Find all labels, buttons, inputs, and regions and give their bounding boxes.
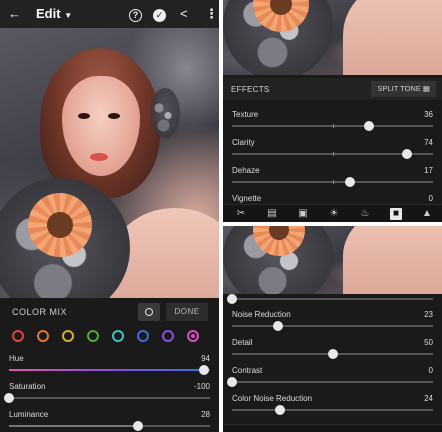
slider-row-contrast: Contrast 0	[223, 366, 442, 392]
slider-track[interactable]	[232, 321, 433, 331]
detail-icon[interactable]: ▲	[421, 208, 433, 220]
color-swatch-5[interactable]	[112, 330, 124, 342]
slider-knob[interactable]	[227, 377, 237, 387]
slider-label: Contrast	[232, 366, 263, 375]
color-swatch-2[interactable]	[37, 330, 49, 342]
detail-panel: Noise Reduction 23 Detail 50 Contrast 0 Color …	[223, 226, 442, 432]
slider-value: 0	[428, 366, 433, 375]
slider-label: Texture	[232, 110, 259, 119]
slider-label: Noise Reduction	[232, 310, 291, 319]
effects-header: EFFECTS SPLIT TONE ▦	[223, 78, 442, 100]
slider-fill	[9, 369, 204, 371]
slider-label: Saturation	[9, 382, 46, 391]
slider-value: 28	[201, 410, 210, 419]
partial-slider-track[interactable]	[227, 294, 433, 304]
slider-knob[interactable]	[132, 421, 143, 431]
slider-center-mark	[332, 180, 334, 184]
slider-fill	[9, 425, 138, 427]
slider-row-saturation: Saturation -100	[0, 382, 219, 408]
presets-icon[interactable]: ▤	[266, 208, 278, 220]
slider-row-noise-reduction: Noise Reduction 23	[223, 310, 442, 336]
slider-knob[interactable]	[327, 349, 338, 359]
slider-track[interactable]	[9, 421, 210, 431]
slider-track[interactable]	[232, 349, 433, 359]
light-icon[interactable]: ☀	[328, 208, 340, 220]
slider-row-dehaze: Dehaze 17	[223, 166, 442, 192]
color-swatch-1[interactable]	[12, 330, 24, 342]
color-swatch-3[interactable]	[62, 330, 74, 342]
slider-value: 74	[424, 138, 433, 147]
partial-slider-knob[interactable]	[227, 294, 237, 304]
slider-label: Hue	[9, 354, 24, 363]
top-bar: ← Edit ▼ ? ✓ < ⋮	[0, 0, 219, 28]
slider-knob[interactable]	[363, 121, 374, 131]
edit-toolbar: ✂ ▤ ▣ ☀ ♨ ■ ▲	[223, 204, 442, 222]
slider-label: Dehaze	[232, 166, 260, 175]
slider-row-color-noise-reduction: Color Noise Reduction 24	[223, 394, 442, 420]
photo-icon[interactable]: ▣	[297, 208, 309, 220]
slider-knob[interactable]	[273, 321, 284, 331]
edit-mode-dropdown[interactable]: Edit ▼	[36, 6, 72, 21]
slider-label: Vignette	[232, 194, 262, 203]
check-circle-icon[interactable]: ✓	[153, 6, 166, 22]
slider-row-hue: Hue 94	[0, 354, 219, 380]
main-editor-panel: ← Edit ▼ ? ✓ < ⋮ COLOR MIX DONE Hue 94 Sat…	[0, 0, 219, 432]
slider-value: 50	[424, 338, 433, 347]
photo-preview[interactable]	[0, 28, 219, 298]
done-button[interactable]: DONE	[166, 303, 208, 321]
more-vertical-icon[interactable]: ⋮	[205, 6, 218, 22]
slider-label: Clarity	[232, 138, 255, 147]
slider-knob[interactable]	[401, 149, 412, 159]
slider-track[interactable]	[232, 405, 433, 415]
slider-value: 17	[424, 166, 433, 175]
slider-center-mark	[332, 152, 334, 156]
edit-title: Edit	[36, 6, 61, 21]
effects-icon[interactable]: ■	[390, 208, 402, 220]
slider-label: Luminance	[9, 410, 49, 419]
slider-row-clarity: Clarity 74	[223, 138, 442, 164]
photo-preview-detail[interactable]	[223, 226, 442, 294]
slider-track[interactable]	[227, 377, 433, 387]
color-swatch-6[interactable]	[137, 330, 149, 342]
photo-preview-effects[interactable]	[223, 0, 442, 75]
slider-row-detail: Detail 50	[223, 338, 442, 364]
color-mix-title: COLOR MIX	[12, 307, 68, 317]
slider-value: -100	[193, 382, 210, 391]
color-swatch-7[interactable]	[162, 330, 174, 342]
split-tone-label: SPLIT TONE	[377, 84, 421, 93]
targeted-adjustment-button[interactable]	[138, 303, 160, 321]
share-icon[interactable]: <	[180, 6, 188, 22]
caret-down-icon: ▼	[64, 11, 73, 20]
slider-track[interactable]	[4, 393, 210, 403]
slider-knob[interactable]	[275, 405, 286, 415]
effects-title: EFFECTS	[231, 85, 270, 94]
slider-value: 36	[424, 110, 433, 119]
crop-icon[interactable]: ✂	[235, 208, 247, 220]
slider-label: Detail	[232, 338, 253, 347]
split-tone-button[interactable]: SPLIT TONE ▦	[371, 81, 436, 97]
color-temperature-icon[interactable]: ♨	[359, 208, 371, 220]
slider-track[interactable]	[232, 177, 433, 187]
slider-knob[interactable]	[4, 393, 14, 403]
slider-value: 94	[201, 354, 210, 363]
slider-track[interactable]	[232, 149, 433, 159]
color-swatch-8[interactable]	[187, 330, 199, 342]
slider-track[interactable]	[9, 365, 210, 375]
slider-value: 24	[424, 394, 433, 403]
slider-row-luminance: Luminance 28	[0, 410, 219, 432]
color-swatch-4[interactable]	[87, 330, 99, 342]
effects-panel: EFFECTS SPLIT TONE ▦ Texture 36 Clarity 74 D…	[223, 0, 442, 222]
slider-knob[interactable]	[198, 365, 209, 375]
slider-row-texture: Texture 36	[223, 110, 442, 136]
color-swatches	[12, 330, 212, 344]
slider-value: 23	[424, 310, 433, 319]
slider-track[interactable]	[232, 121, 433, 131]
arrow-left-icon[interactable]: ←	[8, 6, 21, 22]
slider-label: Color Noise Reduction	[232, 394, 313, 403]
edit-toolbar-partial	[223, 424, 442, 432]
slider-value: 0	[428, 194, 433, 203]
help-circle-icon[interactable]: ?	[129, 6, 142, 22]
slider-center-mark	[332, 124, 334, 128]
slider-knob[interactable]	[344, 177, 355, 187]
